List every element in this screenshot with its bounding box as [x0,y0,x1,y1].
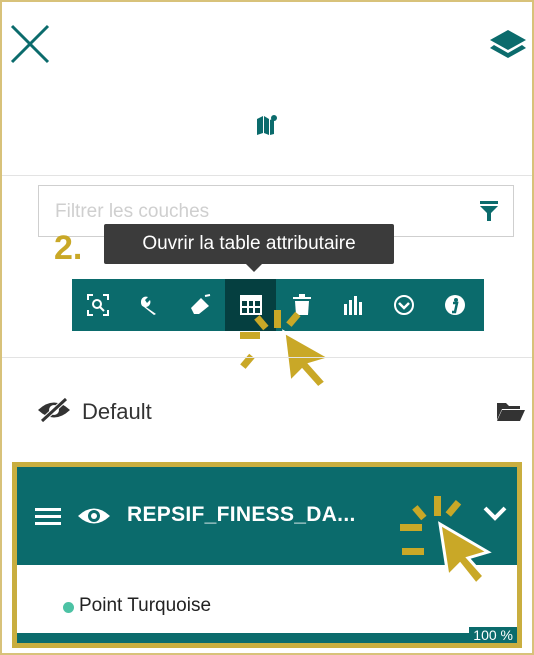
tooltip: Ouvrir la table attributaire [104,224,394,264]
filter-button[interactable] [479,200,499,222]
zoom-extent-button[interactable] [72,279,123,331]
folder-open-icon [497,403,525,421]
tooltip-arrow [246,264,262,272]
info-icon [444,295,465,315]
map-button[interactable] [256,114,286,144]
settings-button[interactable] [123,279,174,331]
zoom-extent-icon [86,294,109,316]
map-icon [257,115,277,135]
legend-symbol [63,602,74,613]
layer-title: REPSIF_FINESS_DA... [127,503,356,526]
click-cursor-icon [240,310,334,391]
download-circle-icon [393,295,414,315]
click-cursor-icon [400,496,492,587]
close-icon [10,24,50,64]
eye-icon[interactable] [77,505,111,527]
close-button[interactable] [8,22,64,78]
layers-icon [490,30,526,58]
funnel-icon [480,201,498,221]
wrench-icon [140,296,156,315]
eraser-icon [190,294,210,314]
info-button[interactable] [429,279,480,331]
divider [2,175,532,176]
opacity-slider[interactable] [17,633,517,643]
group-label: Default [82,399,152,424]
download-button[interactable] [378,279,429,331]
layer-panel: 2. Ouvrir la table attributaire [0,0,534,655]
drag-handle-icon[interactable] [35,507,61,527]
eye-slash-icon [38,397,70,423]
step-number: 2. [54,229,83,267]
legend-label: Point Turquoise [79,595,212,616]
eraser-button[interactable] [174,279,225,331]
divider [2,357,532,358]
layer-group-default[interactable]: Default [2,387,532,437]
bar-chart-icon [343,296,362,315]
layers-button[interactable] [488,28,530,68]
opacity-value: 100 % [469,627,517,643]
